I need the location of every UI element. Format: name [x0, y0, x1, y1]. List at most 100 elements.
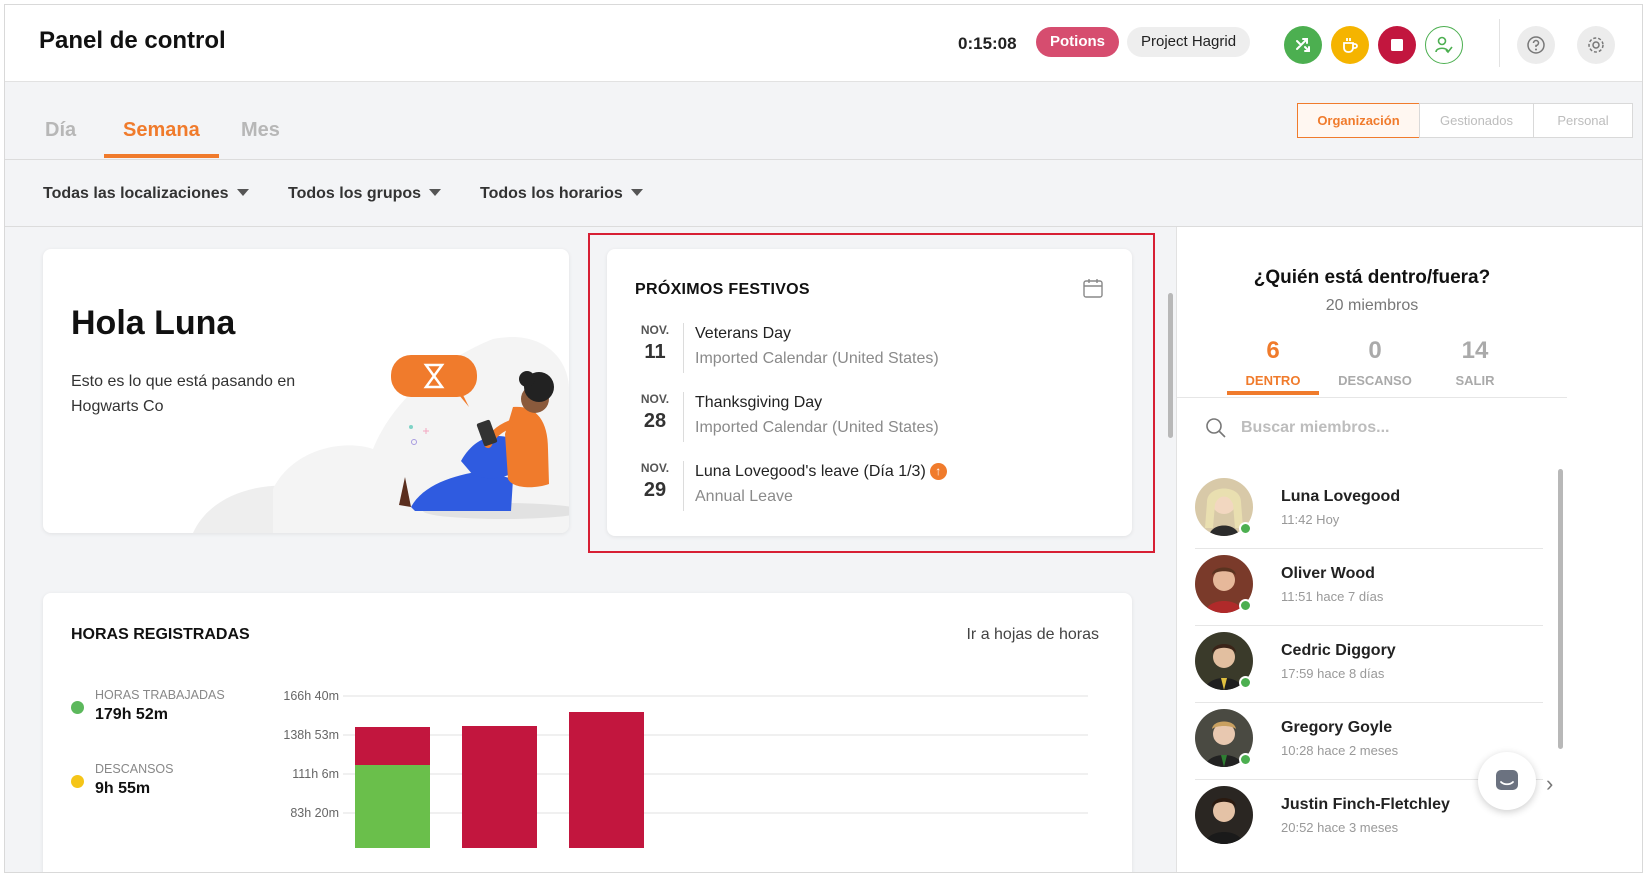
holiday-date: NOV. 29: [635, 461, 675, 502]
caret-down-icon: [429, 189, 442, 196]
member-search-input[interactable]: Buscar miembros...: [1241, 419, 1390, 437]
member-name: Oliver Wood: [1281, 565, 1375, 582]
stat-value: 14: [1461, 337, 1489, 364]
legend-value: 9h 55m: [95, 780, 151, 797]
registered-hours-card: HORAS REGISTRADAS Ir a hojas de horas HO…: [43, 593, 1132, 872]
arrow-up-icon: ↑: [929, 463, 947, 480]
help-button[interactable]: [1517, 26, 1555, 64]
timer-display: 0:15:08: [958, 34, 1017, 53]
member-count: 20 miembros: [1325, 297, 1419, 314]
page-title: Panel de control: [39, 27, 226, 54]
holiday-month: NOV.: [640, 323, 670, 337]
member-search[interactable]: Buscar miembros...: [1205, 417, 1390, 444]
active-stat-indicator: [1227, 391, 1319, 395]
timesheets-link[interactable]: Ir a hojas de horas: [966, 626, 1099, 644]
member-row[interactable]: Luna Lovegood 11:42 Hoy: [1195, 472, 1543, 549]
stat-value: 6: [1266, 337, 1280, 364]
member-name: Cedric Diggory: [1281, 642, 1396, 659]
location-filter-label: Todas las localizaciones: [43, 185, 229, 202]
member-row[interactable]: Cedric Diggory 17:59 hace 8 días: [1195, 626, 1543, 703]
holiday-item: NOV. 28 Thanksgiving Day Imported Calend…: [635, 392, 1105, 444]
holiday-separator: [683, 323, 684, 373]
legend-value: 179h 52m: [95, 706, 168, 723]
chat-launcher-button[interactable]: [1478, 752, 1536, 810]
online-status-dot: [1239, 599, 1252, 612]
hours-bar-chart: 166h 40m 138h 53m 111h 6m 83h 20m: [283, 689, 1088, 848]
schedule-filter-dropdown[interactable]: Todos los horarios: [480, 185, 643, 203]
user-check-icon: [1435, 36, 1453, 54]
location-filter-dropdown[interactable]: Todas las localizaciones: [43, 185, 249, 203]
activity-badge[interactable]: Potions: [1036, 27, 1119, 57]
stat-label: DENTRO: [1245, 373, 1301, 388]
chart-bar-worked[interactable]: [355, 765, 430, 848]
avatar: [1195, 786, 1253, 844]
user-status-button[interactable]: [1425, 26, 1463, 64]
holiday-month: NOV.: [640, 461, 670, 475]
header-divider: [1499, 19, 1500, 67]
stat-in[interactable]: 6 DENTRO: [1227, 337, 1319, 388]
member-last-seen: 11:42 Hoy: [1281, 512, 1340, 527]
scope-organizacion-button[interactable]: Organización: [1297, 103, 1420, 138]
legend-dot: [71, 775, 84, 788]
holiday-source: Imported Calendar (United States): [695, 419, 939, 436]
chart-y-tick: 166h 40m: [283, 689, 339, 703]
group-filter-dropdown[interactable]: Todos los grupos: [288, 185, 442, 203]
holiday-name: Veterans Day: [695, 325, 792, 342]
project-badge[interactable]: Project Hagrid: [1127, 27, 1251, 57]
settings-button[interactable]: [1577, 26, 1615, 64]
online-status-dot: [1239, 522, 1252, 535]
tab-semana[interactable]: Semana: [123, 119, 200, 142]
holiday-name: Thanksgiving Day: [695, 394, 823, 411]
switch-activity-button[interactable]: [1284, 26, 1322, 64]
member-name: Justin Finch-Fletchley: [1281, 796, 1450, 813]
schedule-filter-label: Todos los horarios: [480, 185, 623, 202]
tab-dia[interactable]: Día: [45, 119, 76, 142]
break-button[interactable]: [1331, 26, 1369, 64]
chart-bar-segment[interactable]: [355, 727, 430, 765]
gear-icon: [1588, 37, 1604, 53]
scope-personal-button[interactable]: Personal: [1533, 103, 1633, 138]
greeting-title: Hola Luna: [71, 304, 236, 342]
member-last-seen: 11:51 hace 7 días: [1281, 589, 1384, 604]
chart-y-tick: 111h 6m: [292, 767, 339, 781]
legend-label: DESCANSOS: [95, 762, 174, 776]
main-scrollbar[interactable]: [1168, 293, 1173, 438]
active-tab-indicator: [104, 154, 219, 158]
stat-label: DESCANSO: [1338, 373, 1412, 388]
member-name: Luna Lovegood: [1281, 488, 1401, 505]
stop-button[interactable]: [1378, 26, 1416, 64]
online-status-dot: [1239, 676, 1252, 689]
holiday-separator: [683, 392, 684, 442]
sidebar-scrollbar[interactable]: [1558, 469, 1563, 749]
tab-mes[interactable]: Mes: [241, 119, 280, 142]
stat-out[interactable]: 14 SALIR: [1429, 337, 1521, 388]
who-is-in-panel: ¿Quién está dentro/fuera? 20 miembros 6 …: [1176, 227, 1642, 872]
chat-icon: [1496, 770, 1518, 790]
holidays-title: PRÓXIMOS FESTIVOS: [635, 281, 810, 298]
member-row[interactable]: Oliver Wood 11:51 hace 7 días: [1195, 549, 1543, 626]
member-last-seen: 10:28 hace 2 meses: [1281, 743, 1399, 758]
help-icon: [1527, 36, 1545, 54]
chart-bar-segment[interactable]: [569, 712, 644, 848]
stat-break[interactable]: 0 DESCANSO: [1329, 337, 1421, 388]
shuffle-icon: [1296, 38, 1310, 52]
chevron-right-icon[interactable]: ›: [1546, 771, 1553, 797]
filters-bar: Todas las localizaciones Todos los grupo…: [5, 161, 1642, 227]
scope-gestionados-button[interactable]: Gestionados: [1419, 103, 1534, 138]
welcome-card: Hola Luna Esto es lo que está pasando en…: [43, 249, 569, 533]
holiday-item: NOV. 29 Luna Lovegood's leave (Día 1/3) ↑…: [635, 461, 1105, 513]
online-status-dot: [1239, 753, 1252, 766]
search-icon: [1206, 418, 1226, 438]
holiday-date: NOV. 11: [635, 323, 675, 364]
holiday-date: NOV. 28: [635, 392, 675, 433]
calendar-icon[interactable]: [1082, 277, 1104, 299]
holiday-month: NOV.: [640, 392, 670, 406]
holiday-separator: [683, 461, 684, 511]
member-last-seen: 17:59 hace 8 días: [1281, 666, 1385, 681]
chart-y-tick: 138h 53m: [283, 728, 339, 742]
top-header: Panel de control 0:15:08 Potions Project…: [5, 5, 1642, 82]
stop-icon: [1391, 39, 1403, 51]
period-tabs-bar: Día Semana Mes Organización Gestionados …: [5, 82, 1642, 160]
chart-bar-segment[interactable]: [462, 726, 537, 848]
holiday-day: 29: [643, 479, 667, 501]
